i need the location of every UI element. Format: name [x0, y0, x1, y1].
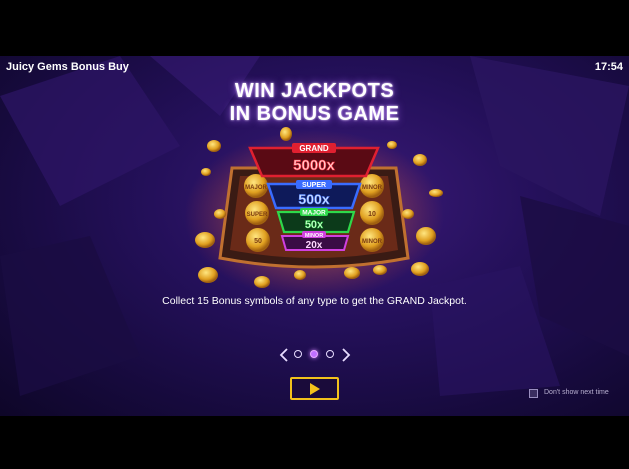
slide-description: Collect 15 Bonus symbols of any type to …	[162, 295, 467, 307]
dont-show-label: Don't show next time	[544, 389, 609, 396]
jackpot-super-name: SUPER	[302, 182, 326, 189]
jackpot-major: MAJOR 50x	[276, 208, 356, 234]
jackpot-minor-value: 20x	[306, 240, 323, 251]
coin-right-bottom: MINOR	[360, 228, 384, 252]
chevron-right-icon[interactable]	[340, 347, 352, 363]
coin-right-mid: 10	[360, 201, 384, 225]
coin-label: MINOR	[362, 239, 383, 245]
jackpot-major-name: MAJOR	[302, 210, 326, 217]
play-button[interactable]	[290, 377, 339, 400]
jackpot-super-value: 500x	[298, 191, 329, 207]
coin-right-top: MINOR	[360, 174, 384, 198]
page-indicator	[278, 347, 352, 363]
game-title: Juicy Gems Bonus Buy	[6, 61, 129, 73]
coin-left-mid: SUPER	[245, 201, 269, 225]
coin-label: 50	[254, 238, 262, 245]
clock: 17:54	[594, 61, 623, 73]
coin-label: MAJOR	[245, 185, 267, 191]
dont-show-checkbox[interactable]	[529, 389, 538, 398]
jackpot-major-value: 50x	[305, 219, 324, 231]
coin-left-bottom: 50	[246, 228, 270, 252]
coin-label: MINOR	[362, 185, 383, 191]
coin-left-top: MAJOR	[244, 174, 268, 198]
page-dot-3[interactable]	[326, 350, 334, 358]
jackpot-super: SUPER 500x	[266, 180, 362, 210]
coin-label: SUPER	[247, 212, 268, 218]
page-dot-2[interactable]	[310, 350, 318, 358]
jackpot-grand-value: 5000x	[293, 157, 335, 174]
jackpot-grand-name: GRAND	[299, 144, 329, 153]
jackpot-minor-name: MINOR	[305, 233, 323, 239]
jackpot-grand: GRAND 5000x	[248, 143, 380, 178]
coin-label: 10	[368, 211, 376, 218]
page-dot-1[interactable]	[294, 350, 302, 358]
play-icon	[310, 383, 320, 395]
chevron-left-icon[interactable]	[278, 347, 290, 363]
